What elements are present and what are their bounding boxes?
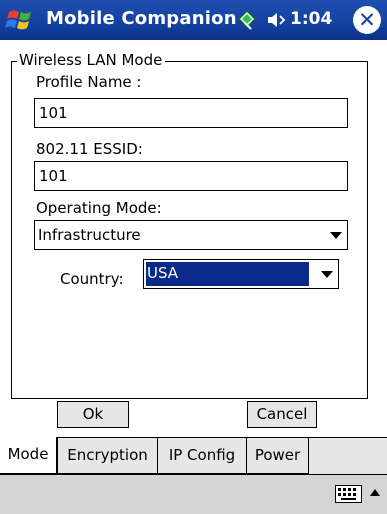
tab-ip-config[interactable]: IP Config: [157, 437, 247, 474]
connectivity-icon[interactable]: [236, 9, 258, 31]
close-button[interactable]: ✕: [353, 6, 381, 34]
country-label: Country:: [60, 270, 124, 288]
tab-strip: Mode Encryption IP Config Power: [0, 437, 387, 474]
profile-name-label: Profile Name :: [36, 73, 142, 91]
input-panel-bar: [0, 474, 387, 514]
country-value: USA: [146, 262, 309, 286]
keyboard-icon[interactable]: [335, 485, 362, 503]
group-label: Wireless LAN Mode: [17, 51, 166, 69]
speaker-icon[interactable]: [266, 11, 286, 29]
tab-mode[interactable]: Mode: [0, 437, 57, 474]
start-menu-button[interactable]: [5, 6, 37, 34]
clock[interactable]: 1:04: [290, 9, 332, 29]
operating-mode-label: Operating Mode:: [36, 199, 162, 217]
app-title: Mobile Companion: [46, 8, 237, 29]
tab-power[interactable]: Power: [246, 437, 309, 474]
chevron-down-icon[interactable]: [321, 271, 333, 278]
tab-encryption[interactable]: Encryption: [57, 437, 158, 474]
profile-name-input[interactable]: 101: [34, 98, 348, 128]
country-select[interactable]: USA: [143, 259, 339, 289]
cancel-button[interactable]: Cancel: [247, 401, 317, 428]
operating-mode-value: Infrastructure: [38, 226, 141, 244]
ok-button[interactable]: Ok: [57, 401, 129, 428]
essid-input[interactable]: 101: [34, 161, 348, 191]
up-arrow-icon[interactable]: [370, 489, 380, 496]
title-bar: Mobile Companion 1:04 ✕: [0, 0, 387, 40]
operating-mode-select[interactable]: Infrastructure: [34, 220, 348, 250]
windows-flag-icon: [5, 10, 31, 30]
wireless-settings-panel: Wireless LAN Mode Profile Name : 101 802…: [0, 40, 387, 436]
essid-label: 802.11 ESSID:: [36, 140, 143, 158]
chevron-down-icon[interactable]: [330, 232, 342, 239]
